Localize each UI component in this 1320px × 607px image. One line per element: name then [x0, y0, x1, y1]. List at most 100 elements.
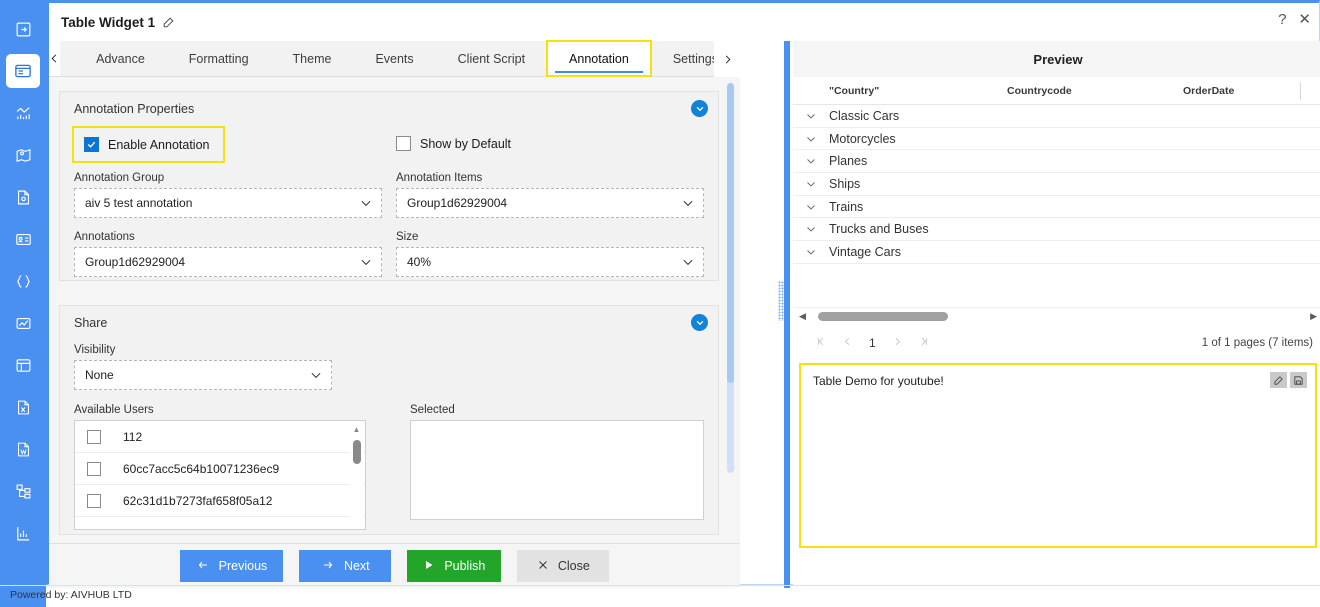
- visibility-select[interactable]: None: [74, 360, 332, 390]
- rail-item-analytics[interactable]: [6, 96, 40, 130]
- hscroll-thumb[interactable]: [817, 311, 948, 321]
- table-row[interactable]: Motorcycles: [793, 128, 1320, 151]
- app-root: ? ✕ Table Widget 1 Advance Formatting Th…: [0, 0, 1320, 607]
- rail-item-map[interactable]: [6, 138, 40, 172]
- annotations-select[interactable]: Group1d62929004: [74, 247, 382, 277]
- rail-item-excel[interactable]: [6, 390, 40, 424]
- preview-horizontal-scrollbar[interactable]: ◀ ▶: [793, 307, 1320, 325]
- annotations-label: Annotations: [74, 231, 135, 243]
- pane-splitter[interactable]: [778, 41, 790, 588]
- editor-scroll-thumb[interactable]: [727, 83, 734, 383]
- annotation-items-select[interactable]: Group1d62929004: [396, 188, 704, 218]
- pager-last-button[interactable]: [919, 336, 930, 350]
- previous-button[interactable]: Previous: [179, 550, 284, 582]
- available-users-scroll-thumb[interactable]: [352, 440, 361, 464]
- play-triangle-icon: [423, 559, 435, 574]
- scroll-right-arrow-icon[interactable]: ▶: [1310, 311, 1317, 322]
- cell-country: Trucks and Buses: [829, 222, 929, 237]
- table-row[interactable]: Trains: [793, 196, 1320, 219]
- hscroll-track[interactable]: [806, 308, 1310, 326]
- pager-next-button[interactable]: [892, 336, 903, 350]
- help-icon[interactable]: ?: [1278, 12, 1286, 27]
- tab-label: Formatting: [188, 51, 249, 66]
- expand-chevron-icon[interactable]: [793, 223, 829, 235]
- table-row[interactable]: Planes: [793, 150, 1320, 174]
- rail-item-dashboard[interactable]: [6, 54, 40, 88]
- tabs-scroll-right-button[interactable]: [714, 41, 740, 77]
- table-row[interactable]: Trucks and Buses: [793, 218, 1320, 242]
- edit-pencil-icon[interactable]: [1270, 372, 1287, 388]
- pager-current-page[interactable]: 1: [869, 336, 876, 350]
- enable-annotation-highlight: Enable Annotation: [72, 126, 226, 163]
- annotation-properties-header: Annotation Properties: [74, 102, 195, 116]
- user-checkbox[interactable]: [87, 493, 101, 508]
- rail-item-login[interactable]: [6, 12, 40, 46]
- expand-chevron-icon[interactable]: [793, 178, 829, 190]
- arrow-right-icon: [321, 559, 335, 574]
- rail-item-bar-chart[interactable]: [6, 516, 40, 550]
- rail-item-code[interactable]: [6, 264, 40, 298]
- column-header-countrycode[interactable]: Countrycode: [1007, 85, 1183, 97]
- tab-client-script[interactable]: Client Script: [436, 41, 547, 76]
- tab-advance[interactable]: Advance: [74, 41, 167, 76]
- table-row[interactable]: Vintage Cars: [793, 241, 1320, 264]
- tab-annotation[interactable]: Annotation: [546, 40, 652, 77]
- chevron-down-icon[interactable]: [691, 100, 708, 117]
- chevron-down-icon[interactable]: [691, 314, 708, 331]
- table-row[interactable]: Ships: [793, 173, 1320, 196]
- list-item[interactable]: 60cc7acc5c64b10071236ec9: [75, 453, 365, 485]
- column-header-country[interactable]: "Country": [793, 85, 1007, 97]
- annotation-note-box[interactable]: Table Demo for youtube!: [799, 363, 1317, 548]
- tab-label: Events: [375, 51, 414, 66]
- rail-item-table[interactable]: [6, 348, 40, 382]
- expand-chevron-icon[interactable]: [793, 155, 829, 167]
- pager-first-button[interactable]: [815, 336, 826, 350]
- scroll-up-arrow-icon[interactable]: ▲: [353, 425, 361, 434]
- annotation-group-select[interactable]: aiv 5 test annotation: [74, 188, 382, 218]
- user-checkbox[interactable]: [87, 429, 101, 444]
- rail-item-image-chart[interactable]: [6, 306, 40, 340]
- list-item[interactable]: 62c31d1b7273faf658f05a12: [75, 485, 365, 517]
- tab-events[interactable]: Events: [353, 41, 435, 76]
- publish-button[interactable]: Publish: [407, 550, 502, 582]
- editor-vertical-scrollbar[interactable]: [727, 83, 734, 473]
- rail-item-document[interactable]: [6, 180, 40, 214]
- list-item[interactable]: 112: [75, 421, 365, 453]
- tab-formatting[interactable]: Formatting: [167, 41, 271, 76]
- close-icon[interactable]: ✕: [1298, 12, 1311, 27]
- table-row[interactable]: Classic Cars: [793, 105, 1320, 128]
- rail-item-word[interactable]: [6, 432, 40, 466]
- enable-annotation-label: Enable Annotation: [108, 137, 210, 152]
- selected-users-listbox[interactable]: [410, 420, 704, 520]
- column-header-orderdate[interactable]: OrderDate: [1183, 85, 1320, 97]
- next-button[interactable]: Next: [299, 550, 392, 582]
- expand-chevron-icon[interactable]: [793, 133, 829, 145]
- tab-label: Client Script: [457, 51, 526, 66]
- splitter-grip[interactable]: [778, 281, 784, 321]
- tab-theme[interactable]: Theme: [271, 41, 354, 76]
- expand-chevron-icon[interactable]: [793, 110, 829, 122]
- enable-annotation-checkbox-row[interactable]: Enable Annotation: [84, 137, 209, 152]
- cell-country: Classic Cars: [829, 108, 900, 123]
- annotation-items-label: Annotation Items: [396, 172, 483, 184]
- available-users-listbox[interactable]: 112 60cc7acc5c64b10071236ec9 62c31d1b727…: [74, 420, 366, 530]
- preview-pager: 1 1 of 1 pages (7 items): [793, 329, 1320, 357]
- show-by-default-checkbox[interactable]: [396, 136, 411, 151]
- annotation-note-text: Table Demo for youtube!: [813, 374, 944, 388]
- enable-annotation-checkbox[interactable]: [84, 137, 99, 152]
- tabs-scroll-left-button[interactable]: [49, 41, 61, 76]
- annotation-settings-pane: Annotation Properties Enable Annotation …: [49, 77, 740, 543]
- available-users-scrollbar[interactable]: ▲: [350, 423, 363, 527]
- size-select[interactable]: 40%: [396, 247, 704, 277]
- expand-chevron-icon[interactable]: [793, 201, 829, 213]
- user-checkbox[interactable]: [87, 461, 101, 476]
- show-by-default-checkbox-row[interactable]: Show by Default: [396, 136, 511, 151]
- expand-chevron-icon[interactable]: [793, 246, 829, 258]
- rail-item-card[interactable]: [6, 222, 40, 256]
- scroll-left-arrow-icon[interactable]: ◀: [799, 311, 806, 322]
- edit-pencil-icon[interactable]: [162, 16, 175, 29]
- pager-prev-button[interactable]: [842, 336, 853, 350]
- close-button[interactable]: Close: [517, 550, 610, 582]
- save-floppy-icon[interactable]: [1290, 372, 1307, 388]
- rail-item-hierarchy[interactable]: [6, 474, 40, 508]
